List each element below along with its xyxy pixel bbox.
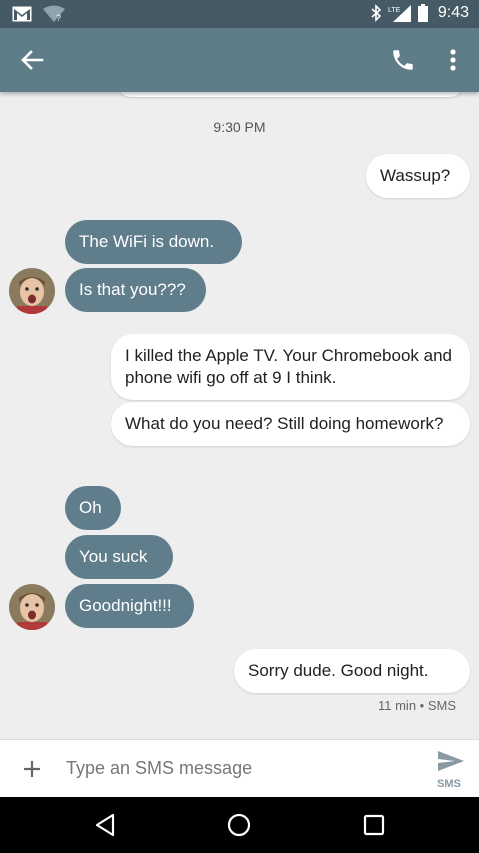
conversation-view[interactable]: 9:30 PM Wassup? The WiFi is down. Is tha… [0,92,479,739]
more-vert-icon[interactable] [444,46,462,74]
bluetooth-icon [371,4,382,22]
message-status: 11 min • SMS [378,698,456,713]
incoming-message[interactable]: Goodnight!!! [65,584,194,628]
home-nav-icon[interactable] [225,811,253,839]
message-timestamp: 9:30 PM [213,119,266,135]
message-text: I killed the Apple TV. Your Chromebook a… [125,346,453,387]
wifi-icon: ? [43,5,65,23]
status-time: 9:43 [437,4,469,21]
message-text: Wassup? [380,166,451,185]
contact-avatar[interactable] [9,268,55,314]
status-bar: ? LTE 9:43 [0,0,479,28]
avatar-photo [9,268,55,314]
send-icon[interactable] [436,750,466,772]
arrow-back-icon[interactable] [18,46,46,74]
outgoing-message[interactable]: Sorry dude. Good night. [234,649,470,693]
recents-nav-icon[interactable] [360,811,388,839]
outgoing-message[interactable]: Wassup? [366,154,470,198]
back-nav-icon[interactable] [92,811,120,839]
battery-icon [417,4,428,22]
message-text: The WiFi is down. [79,232,215,251]
outgoing-message[interactable]: What do you need? Still doing homework? [111,402,470,446]
avatar-photo [9,584,55,630]
message-text: Is that you??? [79,280,186,299]
app-bar [0,28,479,92]
system-nav-bar [0,797,479,853]
incoming-message[interactable]: Oh [65,486,121,530]
message-text: You suck [79,547,148,566]
signal-icon: LTE [388,5,411,22]
send-sms-label[interactable]: SMS [437,778,461,790]
message-text: Oh [79,498,102,517]
incoming-message[interactable]: Is that you??? [65,268,206,312]
previous-message-bubble [118,92,463,97]
contact-avatar[interactable] [9,584,55,630]
message-text: What do you need? Still doing homework? [125,414,444,433]
gmail-icon [12,6,32,22]
svg-text:?: ? [56,13,61,23]
incoming-message[interactable]: You suck [65,535,173,579]
add-attachment-icon[interactable] [20,757,44,781]
message-text: Sorry dude. Good night. [248,661,429,680]
outgoing-message[interactable]: I killed the Apple TV. Your Chromebook a… [111,334,470,400]
phone-icon[interactable] [390,47,416,73]
compose-bar: Type an SMS message SMS [0,739,479,797]
message-input[interactable]: Type an SMS message [66,758,252,779]
svg-text:LTE: LTE [388,7,401,14]
incoming-message[interactable]: The WiFi is down. [65,220,242,264]
message-text: Goodnight!!! [79,596,172,615]
